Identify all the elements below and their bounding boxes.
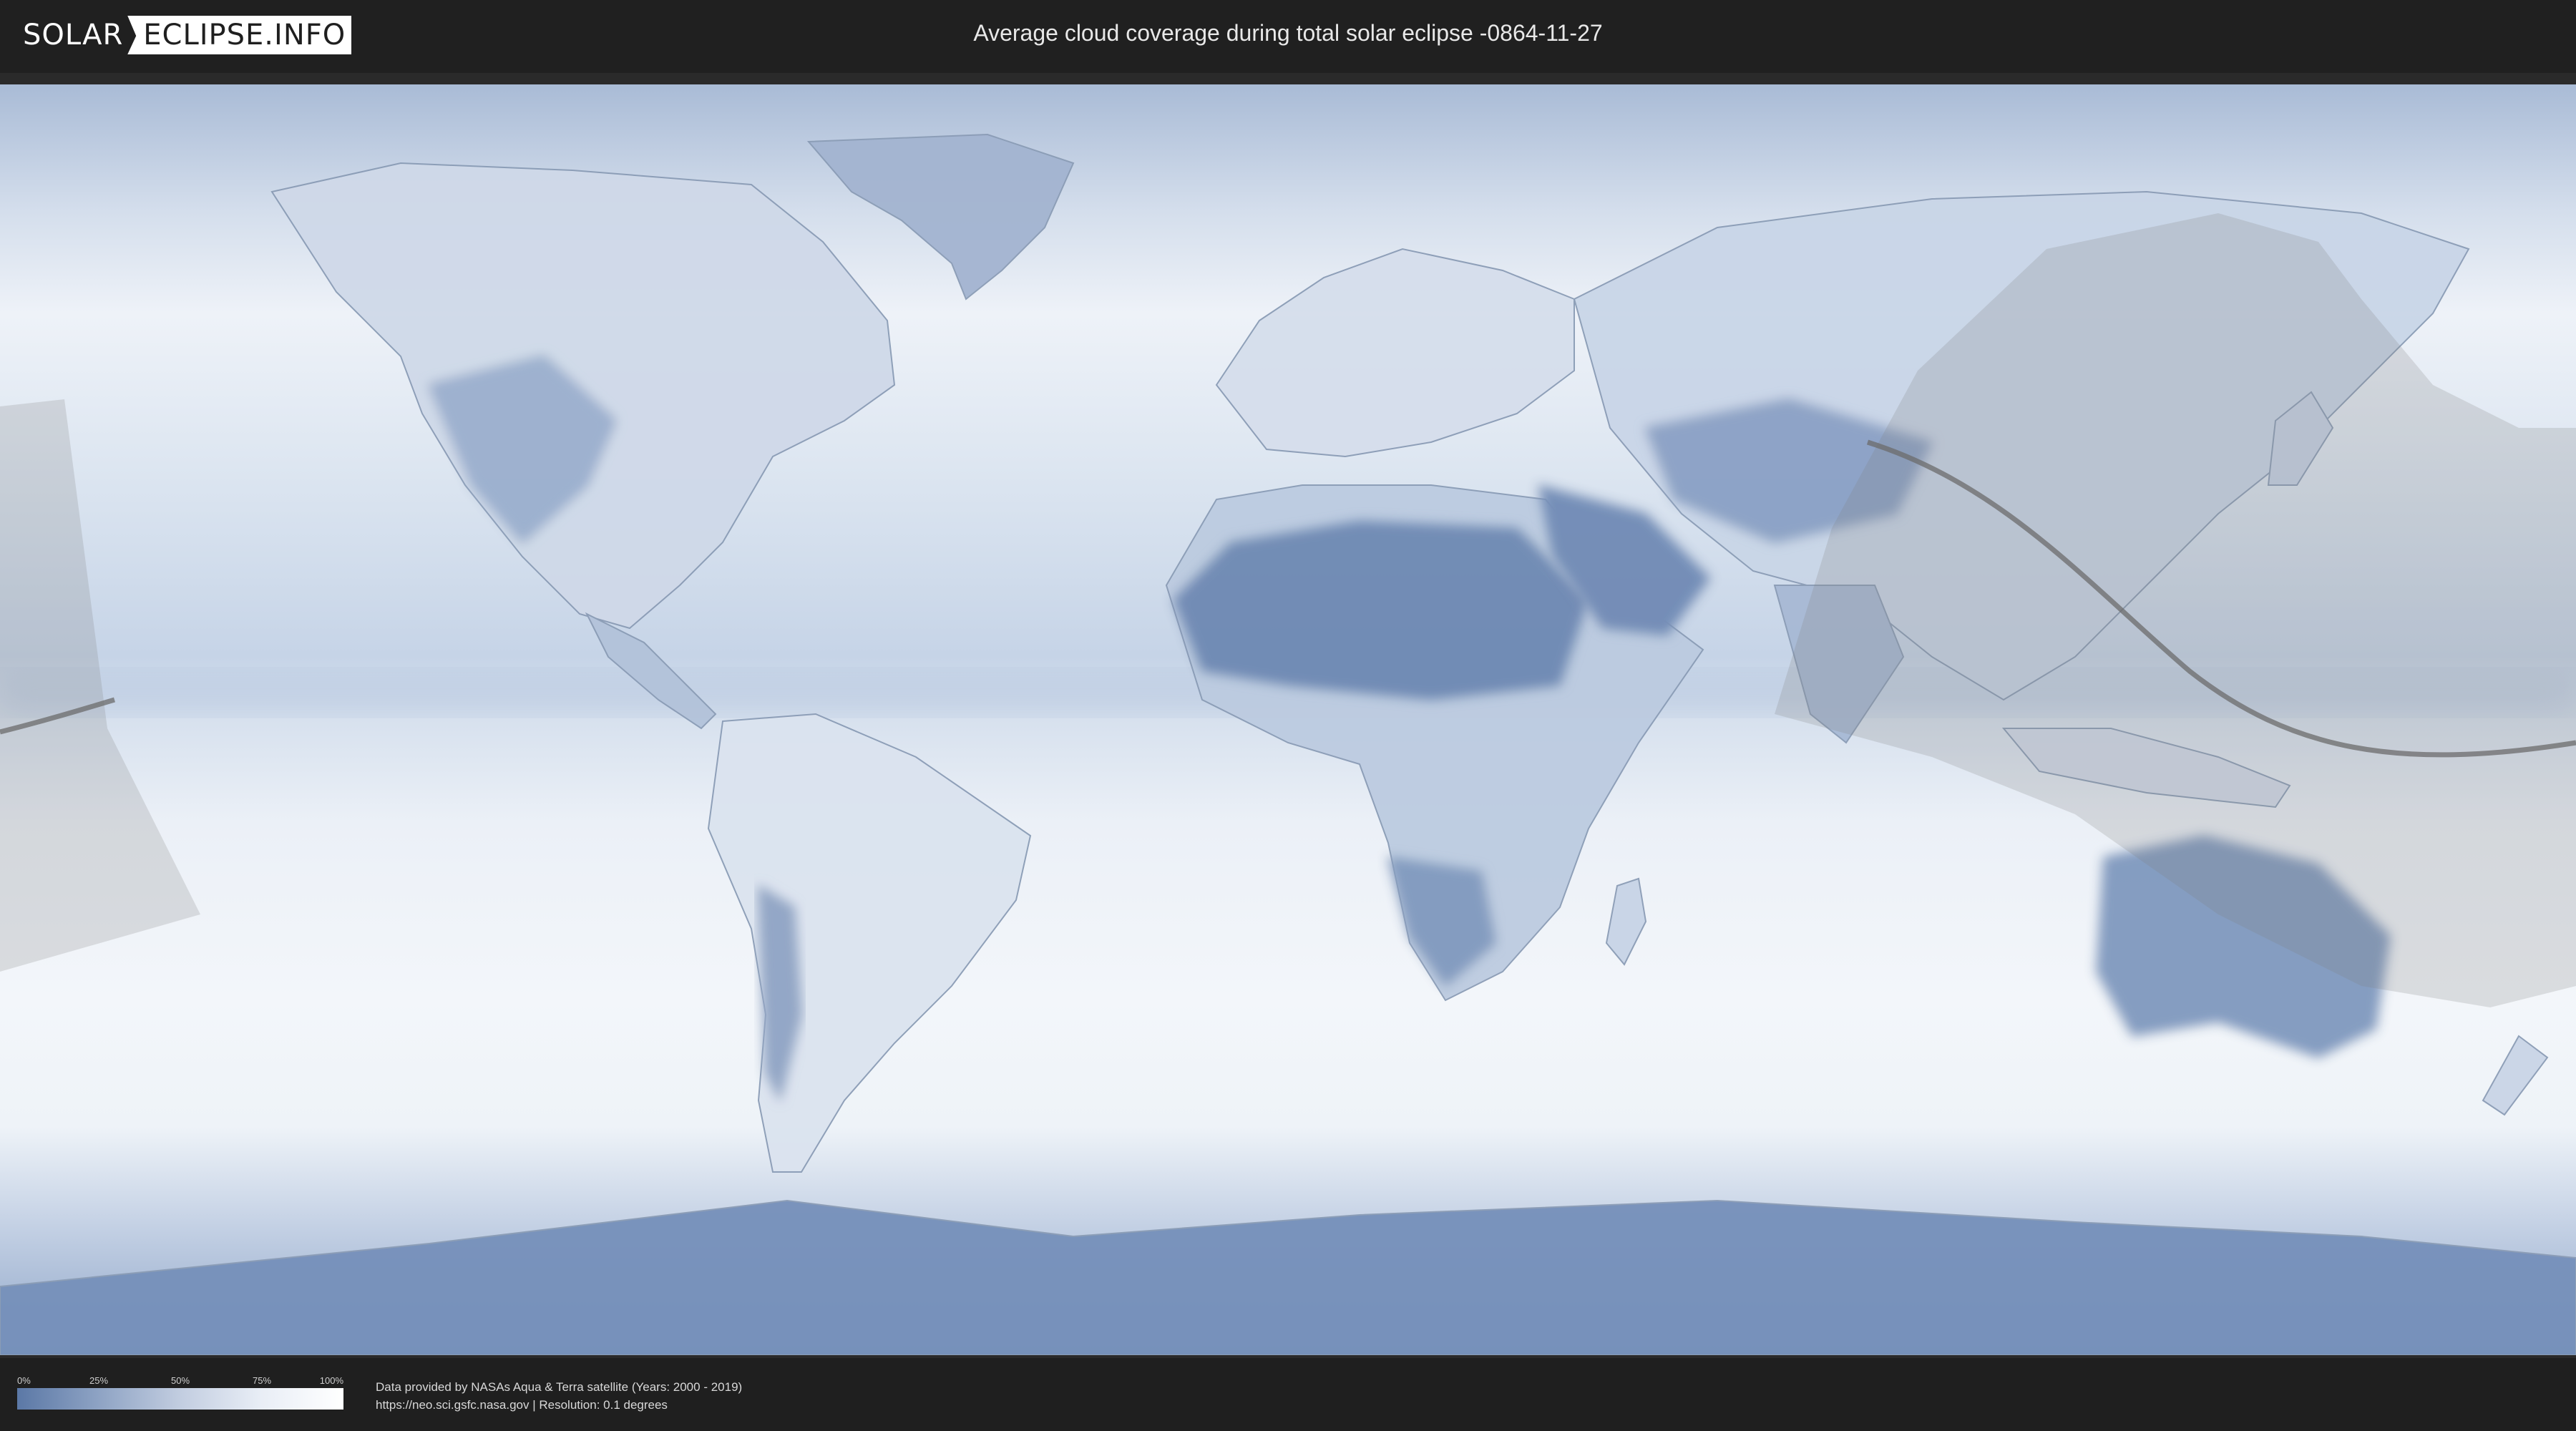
credits-link[interactable]: https://neo.sci.gsfc.nasa.gov | Resoluti… [376,1396,742,1414]
footer-bar: 0% 25% 50% 75% 100% Data provided by NAS… [0,1358,2576,1431]
legend-tick-75: 75% [252,1375,272,1386]
legend-tick-0: 0% [17,1375,31,1386]
cloud-coverage-map [0,84,2576,1355]
legend-ticks: 0% 25% 50% 75% 100% [17,1375,343,1388]
header-bar: SOLAR ECLIPSE.INFO Average cloud coverag… [0,0,2576,73]
sahara-dry [1172,519,1590,701]
legend-tick-50: 50% [170,1375,190,1386]
legend-tick-100: 100% [319,1375,343,1386]
data-credits: Data provided by NASAs Aqua & Terra sate… [376,1378,742,1414]
legend-color-bar [17,1388,343,1410]
map-frame [0,73,2576,1358]
credits-source: Data provided by NASAs Aqua & Terra sate… [376,1380,743,1394]
cloud-coverage-legend: 0% 25% 50% 75% 100% [17,1375,343,1410]
page-title: Average cloud coverage during total sola… [973,20,1603,46]
legend-tick-25: 25% [89,1375,109,1386]
